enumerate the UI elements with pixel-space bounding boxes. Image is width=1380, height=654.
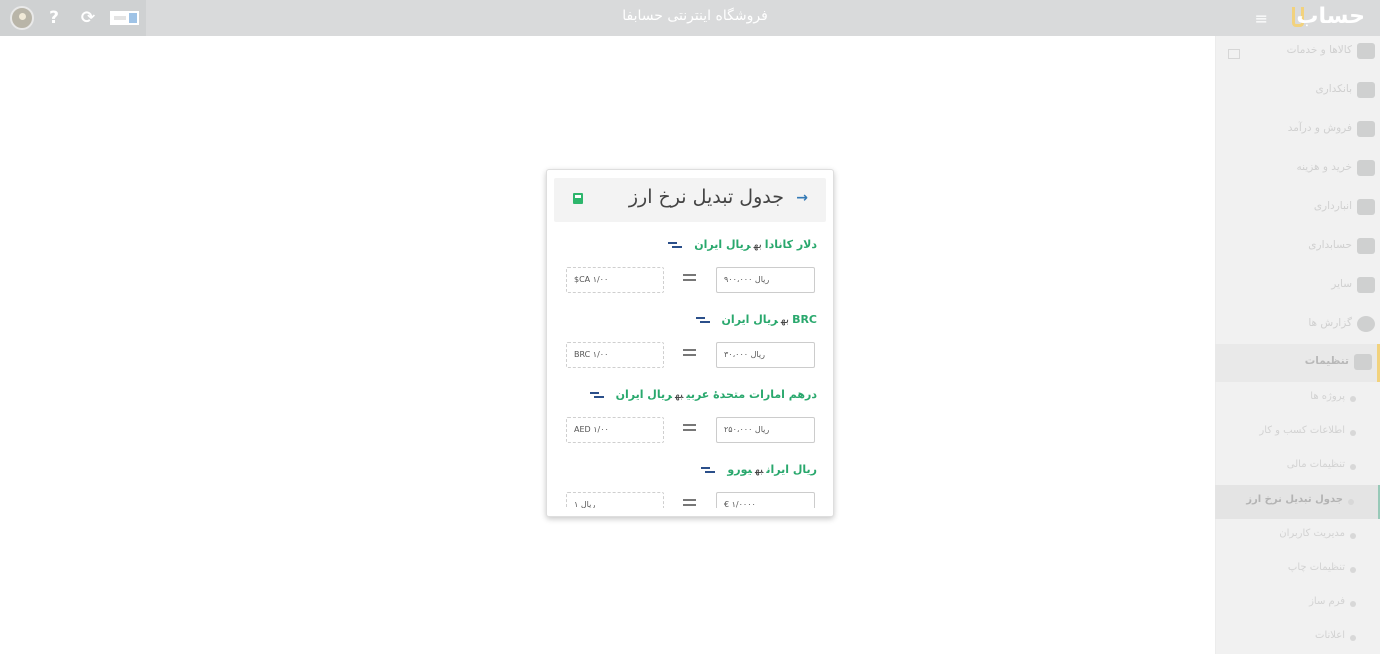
rate-row: درهم امارات متحدهٔ عربیبهریال ایران ریال… xyxy=(547,388,833,463)
top-bar: ? ⟳ فروشگاه اینترنتی حسابفا ≡ حساب xyxy=(0,0,1380,36)
sidebar-item-label: کالاها و خدمات xyxy=(1286,44,1352,56)
sidebar-item-label: تنظیمات xyxy=(1304,355,1349,367)
brand-logo: حساب xyxy=(1296,4,1365,29)
sidebar-item-label: سایر xyxy=(1331,278,1352,290)
base-value: ریال ۱ xyxy=(566,492,664,508)
base-value: AED ۱/۰۰ xyxy=(566,417,664,443)
sidebar-subitem-financial-settings[interactable]: تنظیمات مالی xyxy=(1215,453,1380,481)
sidebar-subitem-print-settings[interactable]: تنظیمات چاپ xyxy=(1215,556,1380,584)
bullet-icon xyxy=(1350,464,1356,470)
settings-icon xyxy=(1354,354,1372,370)
rate-row: BRCبهریال ایران ریال ۳۰،۰۰۰ BRC ۱/۰۰ xyxy=(547,313,833,388)
sidebar-item-label: انبارداری xyxy=(1313,200,1352,212)
accounting-icon xyxy=(1357,238,1375,254)
dialog-title: جدول تبدیل نرخ ارز xyxy=(628,186,784,208)
to-currency: ریال ایران xyxy=(615,388,672,401)
from-currency: BRC xyxy=(792,313,817,326)
sidebar-item-label: حسابداری xyxy=(1308,239,1352,251)
reports-icon xyxy=(1357,316,1375,332)
sidebar-subitem-currency-table[interactable]: جدول تبدیل نرخ ارز xyxy=(1215,485,1380,519)
sidebar-item-accounting[interactable]: حسابداری xyxy=(1215,232,1380,262)
sidebar-subitem-label: اطلاعات کسب و کار xyxy=(1259,425,1345,436)
rate-input[interactable]: ریال ۲۵۰،۰۰۰ xyxy=(716,417,815,443)
bullet-icon xyxy=(1348,499,1354,505)
dialog-body[interactable]: دلار کانادابهریال ایران ریال ۹۰۰،۰۰۰ $CA… xyxy=(547,228,833,508)
to-currency: ریال ایران xyxy=(694,238,751,251)
sidebar-subitem-label: اعلانات xyxy=(1315,630,1345,641)
purchase-icon xyxy=(1357,160,1375,176)
sidebar-item-warehouse[interactable]: انبارداری xyxy=(1215,193,1380,223)
bullet-icon xyxy=(1350,635,1356,641)
currency-pair: ریال ایرانبهیورو xyxy=(701,463,817,483)
currency-rate-dialog: → جدول تبدیل نرخ ارز دلار کانادابهریال ا… xyxy=(546,169,834,517)
save-icon[interactable] xyxy=(573,193,583,204)
from-currency: ریال ایران xyxy=(766,463,817,476)
sidebar-item-sales[interactable]: فروش و درآمد xyxy=(1215,115,1380,145)
bullet-icon xyxy=(1350,567,1356,573)
warehouse-icon xyxy=(1357,199,1375,215)
sidebar: کالاها و خدمات بانکداری فروش و درآمد خری… xyxy=(1215,36,1380,654)
sidebar-item-purchase[interactable]: خرید و هزینه xyxy=(1215,154,1380,184)
box-icon xyxy=(1357,43,1375,59)
rate-input[interactable]: € ۱/۰۰۰۰ xyxy=(716,492,815,508)
sidebar-subitem-label: تنظیمات چاپ xyxy=(1287,562,1345,573)
bullet-icon xyxy=(1350,430,1356,436)
base-value: BRC ۱/۰۰ xyxy=(566,342,664,368)
swap-icon[interactable] xyxy=(668,240,683,250)
sidebar-item-label: گزارش ها xyxy=(1308,317,1352,329)
to-word: به xyxy=(754,463,764,476)
bullet-icon xyxy=(1350,601,1356,607)
to-word: به xyxy=(780,313,790,326)
to-currency: ریال ایران xyxy=(721,313,778,326)
sidebar-subitem-form-builder[interactable]: فرم ساز xyxy=(1215,590,1380,618)
currency-pair: BRCبهریال ایران xyxy=(695,313,817,333)
sidebar-subitem-label: مدیریت کاربران xyxy=(1279,528,1345,539)
sidebar-item-reports[interactable]: گزارش ها xyxy=(1215,310,1380,340)
page-title: فروشگاه اینترنتی حسابفا xyxy=(622,8,768,24)
swap-icon[interactable] xyxy=(701,465,716,475)
to-word: به xyxy=(753,238,762,251)
sidebar-subitem-user-management[interactable]: مدیریت کاربران xyxy=(1215,522,1380,550)
to-currency: یورو xyxy=(727,463,752,476)
sidebar-subitem-projects[interactable]: پروژه ها xyxy=(1215,385,1380,413)
swap-icon[interactable] xyxy=(695,315,710,325)
equals-icon xyxy=(683,348,696,357)
sidebar-subitem-label: پروژه ها xyxy=(1310,391,1345,402)
currency-pair: درهم امارات متحدهٔ عربیبهریال ایران xyxy=(589,388,817,408)
rate-row: دلار کانادابهریال ایران ریال ۹۰۰،۰۰۰ $CA… xyxy=(547,238,833,313)
equals-icon xyxy=(683,423,696,432)
to-word: به xyxy=(674,388,684,401)
swap-icon[interactable] xyxy=(589,390,604,400)
sidebar-item-label: فروش و درآمد xyxy=(1287,122,1352,134)
dialog-header: → جدول تبدیل نرخ ارز xyxy=(554,178,826,222)
equals-icon xyxy=(683,498,696,507)
sidebar-item-products[interactable]: کالاها و خدمات xyxy=(1215,37,1380,67)
other-icon xyxy=(1357,277,1375,293)
sidebar-subitem-label: فرم ساز xyxy=(1309,596,1345,607)
sidebar-item-banking[interactable]: بانکداری xyxy=(1215,76,1380,106)
sidebar-subitem-notifications[interactable]: اعلانات xyxy=(1215,624,1380,652)
equals-icon xyxy=(683,273,696,282)
bullet-icon xyxy=(1350,396,1356,402)
sidebar-subitem-label: جدول تبدیل نرخ ارز xyxy=(1246,494,1343,505)
back-arrow-icon[interactable]: → xyxy=(796,190,808,206)
sidebar-subitem-label: تنظیمات مالی xyxy=(1286,459,1345,470)
brand-area: ≡ حساب xyxy=(1244,0,1380,36)
currency-pair: دلار کانادابهریال ایران xyxy=(668,238,817,258)
bullet-icon xyxy=(1350,533,1356,539)
rate-input[interactable]: ریال ۹۰۰،۰۰۰ xyxy=(716,267,815,293)
menu-toggle-icon[interactable]: ≡ xyxy=(1255,9,1268,28)
sidebar-subitem-business-info[interactable]: اطلاعات کسب و کار xyxy=(1215,419,1380,447)
from-currency: درهم امارات متحدهٔ عربی xyxy=(686,388,817,401)
rate-row: ریال ایرانبهیورو € ۱/۰۰۰۰ ریال ۱ xyxy=(547,463,833,508)
sidebar-item-label: بانکداری xyxy=(1315,83,1352,95)
base-value: $CA ۱/۰۰ xyxy=(566,267,664,293)
rate-input[interactable]: ریال ۳۰،۰۰۰ xyxy=(716,342,815,368)
bank-icon xyxy=(1357,82,1375,98)
sales-icon xyxy=(1357,121,1375,137)
from-currency: دلار کانادا xyxy=(764,238,817,251)
sidebar-item-other[interactable]: سایر xyxy=(1215,271,1380,301)
sidebar-item-label: خرید و هزینه xyxy=(1296,161,1352,173)
sidebar-item-settings[interactable]: تنظیمات xyxy=(1215,344,1380,382)
